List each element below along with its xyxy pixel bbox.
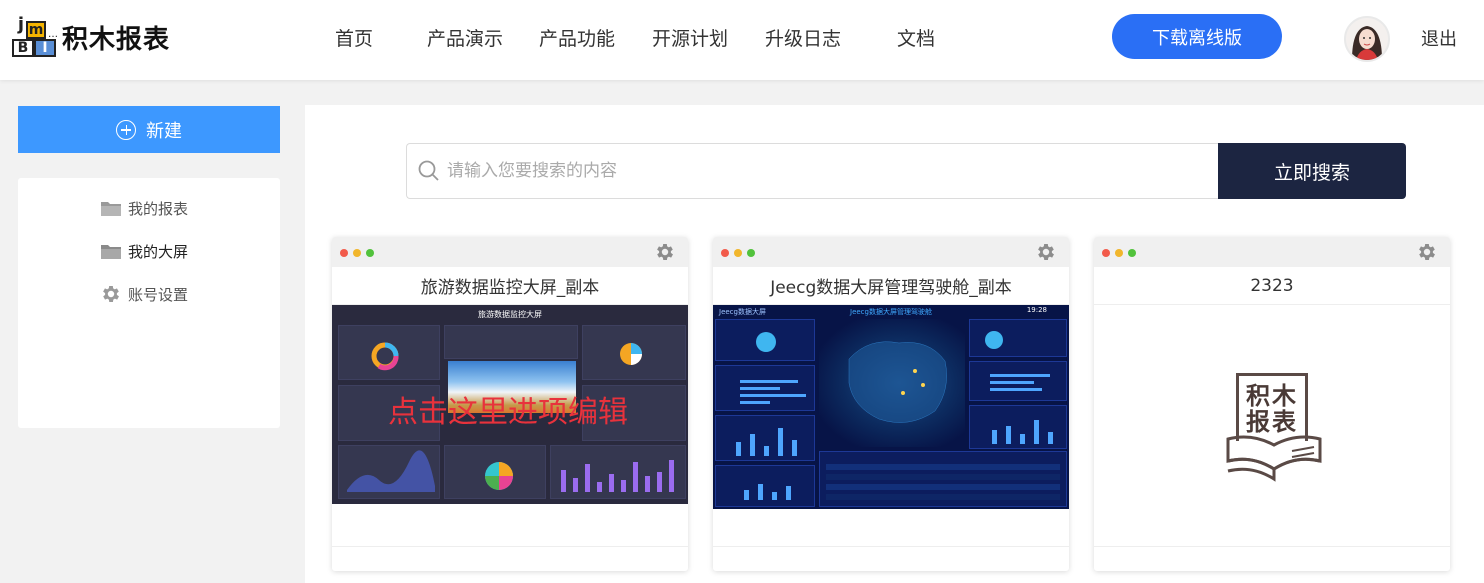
logo-text: 积木报表 [62, 24, 171, 55]
logout-link[interactable]: 退出 [1421, 25, 1457, 51]
thumb-panel [715, 319, 815, 361]
card-title: 2323 [1094, 267, 1450, 305]
card-titlebar [713, 237, 1069, 267]
gauge-chart-icon [985, 331, 1003, 349]
sidebar-item-my-reports[interactable]: 我的报表 [100, 198, 188, 219]
table-rows-icon [826, 464, 1060, 500]
thumb-panel [444, 445, 546, 499]
download-offline-button[interactable]: 下载离线版 [1112, 14, 1282, 59]
china-map-icon [848, 341, 947, 423]
card-titlebar [1094, 237, 1450, 267]
bar-chart-icon [740, 380, 806, 404]
card-titlebar [332, 237, 688, 267]
nav-home[interactable]: 首页 [335, 24, 373, 51]
window-dot-red [1102, 249, 1110, 257]
search-box[interactable] [406, 143, 1218, 199]
screen-card[interactable]: 旅游数据监控大屏_副本 旅游数据监控大屏 点击这里进项编辑 [332, 237, 688, 571]
window-dot-yellow [1115, 249, 1123, 257]
logo-block-m: m [26, 21, 46, 39]
window-dot-red [340, 249, 348, 257]
sidebar-menu: 我的报表 我的大屏 账号设置 [18, 178, 280, 428]
nav-opensource[interactable]: 开源计划 [652, 24, 728, 51]
nav-demo[interactable]: 产品演示 [427, 24, 503, 51]
folder-icon [101, 245, 121, 259]
window-dot-red [721, 249, 729, 257]
screen-card[interactable]: 2323 积木报表 [1094, 237, 1450, 571]
thumb-panel [338, 325, 440, 380]
nav-docs[interactable]: 文档 [897, 24, 935, 51]
top-header: j m … B I 积木报表 首页 产品演示 产品功能 开源计划 升级日志 文档… [0, 0, 1484, 80]
gear-icon [103, 286, 119, 302]
nav-changelog[interactable]: 升级日志 [765, 24, 841, 51]
search-input[interactable] [447, 151, 1207, 191]
thumb-time: 19:28 [1026, 306, 1047, 314]
card-title: 旅游数据监控大屏_副本 [332, 267, 688, 305]
thumb-title: Jeecg数据大屏管理驾驶舱 [850, 308, 932, 316]
screen-card[interactable]: Jeecg数据大屏管理驾驶舱_副本 Jeecg数据大屏 Jeecg数据大屏管理驾… [713, 237, 1069, 571]
thumb-title: 旅游数据监控大屏 [478, 310, 542, 319]
gear-icon[interactable] [1416, 241, 1438, 263]
logo-blocks-icon: j m … B I [12, 14, 58, 59]
plus-circle-icon [116, 119, 136, 140]
card-footer [713, 546, 1069, 547]
new-button-label: 新建 [146, 120, 182, 141]
book-stack-icon [1226, 435, 1322, 482]
thumb-panel [715, 365, 815, 411]
column-chart-icon [992, 420, 1053, 444]
window-dot-green [1128, 249, 1136, 257]
pie-chart-icon [485, 462, 513, 490]
logo-block-i: I [34, 39, 56, 57]
bar-chart-icon [990, 374, 1050, 391]
bar-chart-icon [561, 460, 674, 492]
area-chart-icon [347, 450, 435, 492]
avatar[interactable] [1344, 16, 1390, 62]
new-button[interactable]: 新建 [18, 106, 280, 153]
thumb-panel [969, 361, 1067, 401]
folder-icon [101, 202, 121, 216]
thumb-panel [969, 405, 1067, 449]
window-dot-yellow [353, 249, 361, 257]
thumb-panel [582, 325, 686, 380]
logo-block-b: B [12, 39, 34, 57]
window-dot-green [747, 249, 755, 257]
donut-chart-icon [371, 342, 399, 371]
card-thumbnail[interactable]: Jeecg数据大屏 Jeecg数据大屏管理驾驶舱 19:28 [713, 305, 1069, 509]
card-thumbnail[interactable]: 积木报表 [1094, 305, 1450, 509]
sidebar-item-label: 我的大屏 [128, 243, 189, 261]
search-icon [418, 160, 439, 181]
thumb-panel [444, 325, 578, 359]
column-chart-icon [744, 484, 791, 500]
sidebar-item-my-screens[interactable]: 我的大屏 [100, 241, 188, 262]
thumb-panel [715, 415, 815, 461]
main-content: 立即搜索 旅游数据监控大屏_副本 旅游数据监控大屏 [305, 105, 1484, 583]
thumb-panel [969, 319, 1067, 357]
card-title: Jeecg数据大屏管理驾驶舱_副本 [713, 267, 1069, 305]
sidebar-item-label: 我的报表 [128, 200, 189, 218]
gear-icon[interactable] [654, 241, 676, 263]
nav-features[interactable]: 产品功能 [539, 24, 615, 51]
card-footer [1094, 546, 1450, 547]
edit-overlay-text[interactable]: 点击这里进项编辑 [388, 387, 628, 431]
window-dot-yellow [734, 249, 742, 257]
thumb-panel [715, 465, 815, 507]
sidebar-item-account-settings[interactable]: 账号设置 [100, 283, 188, 305]
gear-icon[interactable] [1035, 241, 1057, 263]
thumb-panel [550, 445, 686, 499]
card-footer [332, 546, 688, 547]
thumb-data-table [819, 451, 1067, 507]
column-chart-icon [736, 428, 797, 456]
logo[interactable]: j m … B I 积木报表 [12, 14, 182, 60]
map-area [819, 319, 965, 447]
thumb-panel [338, 445, 440, 499]
gauge-chart-icon [756, 332, 776, 352]
avatar-portrait-icon [1346, 18, 1388, 60]
jimu-logo-text: 积木报表 [1246, 381, 1298, 436]
search-button[interactable]: 立即搜索 [1218, 143, 1406, 199]
card-thumbnail[interactable]: 旅游数据监控大屏 点击这里进项编辑 [332, 305, 688, 504]
window-dot-green [366, 249, 374, 257]
pie-chart-icon [620, 343, 642, 365]
sidebar-item-label: 账号设置 [128, 285, 189, 304]
